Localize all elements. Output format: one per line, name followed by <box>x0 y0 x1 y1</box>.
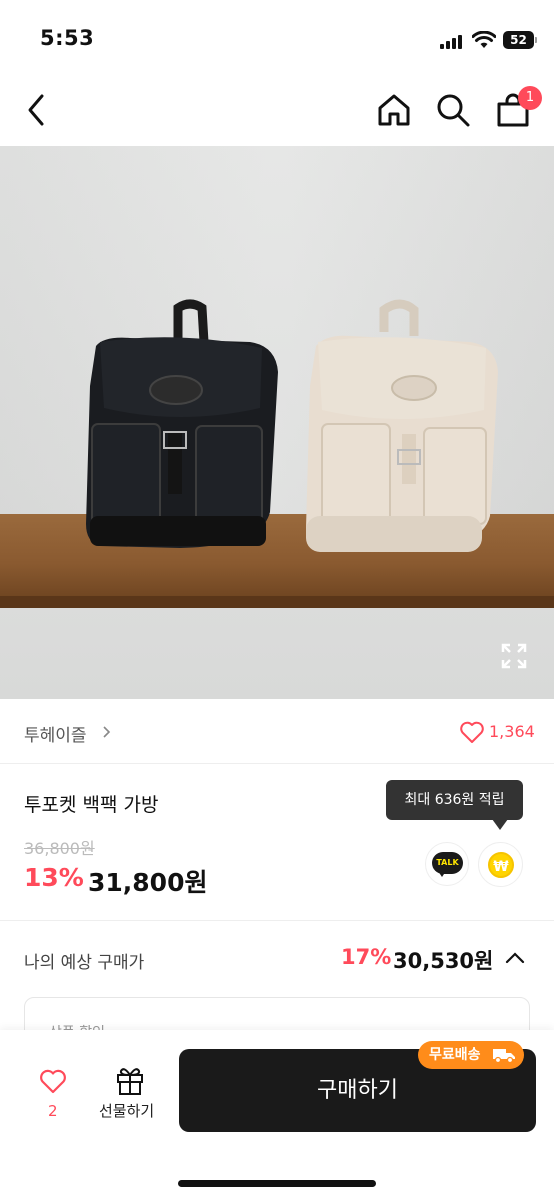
expected-discount-rate: 17% <box>341 945 392 969</box>
talk-icon: TALK <box>432 852 463 874</box>
battery-indicator: 52 <box>503 31 534 49</box>
discount-rate: 13% <box>24 863 84 892</box>
wifi-icon <box>472 31 496 48</box>
back-arrow-icon[interactable] <box>22 92 52 128</box>
product-title: 투포켓 백팩 가방 <box>24 794 159 816</box>
points-button[interactable]: ₩ <box>478 842 523 887</box>
search-icon[interactable] <box>435 92 471 128</box>
kakao-talk-button[interactable]: TALK <box>425 842 469 886</box>
tooltip-arrow <box>492 819 508 830</box>
delivery-truck-icon <box>493 1049 515 1064</box>
original-price: 36,800원 <box>24 839 95 858</box>
gift-icon[interactable] <box>114 1064 146 1096</box>
home-icon[interactable] <box>376 92 412 128</box>
wishlist-heart-icon[interactable] <box>39 1068 67 1094</box>
like-count: 1,364 <box>489 722 535 741</box>
wishlist-count: 2 <box>48 1102 58 1120</box>
bottom-action-bar: 2 선물하기 구매하기 무료배송 <box>0 1030 554 1200</box>
heart-outline-icon[interactable] <box>459 720 485 744</box>
sale-price: 31,800원 <box>88 868 208 897</box>
brand-row[interactable]: 투헤이즐 1,364 <box>0 700 554 764</box>
chevron-up-icon[interactable] <box>504 950 526 966</box>
home-indicator <box>178 1180 376 1187</box>
won-coin-icon: ₩ <box>488 852 514 878</box>
signal-icon <box>440 35 466 49</box>
talk-icon-tail <box>438 871 446 877</box>
product-detail-screen: 5:53 52 1 투헤이즐 1,364 투포켓 백팩 가방 최대 636원 적… <box>0 0 554 1200</box>
gift-label[interactable]: 선물하기 <box>99 1100 154 1121</box>
expand-image-icon[interactable] <box>500 642 528 670</box>
section-divider <box>0 920 554 921</box>
product-image[interactable] <box>0 146 554 699</box>
points-tooltip: 최대 636원 적립 <box>386 780 523 820</box>
brand-name[interactable]: 투헤이즐 <box>24 721 87 746</box>
app-header <box>0 78 554 144</box>
expected-price-label: 나의 예상 구매가 <box>24 953 145 973</box>
chevron-right-icon <box>103 726 111 738</box>
status-time: 5:53 <box>40 26 95 50</box>
status-bar: 5:53 52 <box>0 0 554 78</box>
backpack-illustrations <box>86 299 498 552</box>
cart-count-badge: 1 <box>518 86 542 110</box>
battery-tip <box>535 37 537 43</box>
expected-price: 30,530원 <box>393 949 494 973</box>
